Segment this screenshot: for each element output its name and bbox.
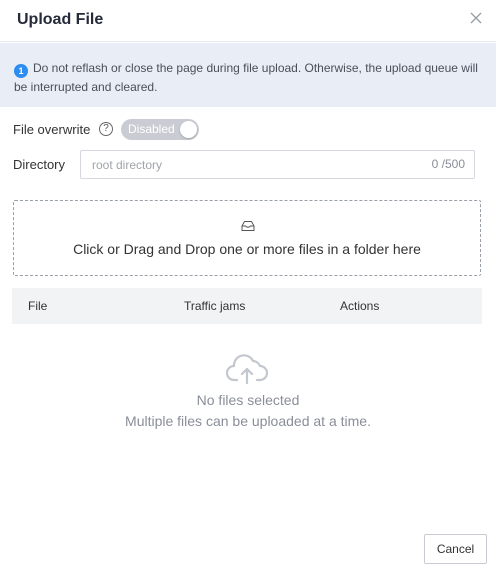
- column-header-actions: Actions: [340, 299, 380, 313]
- empty-state-title: No files selected: [196, 392, 300, 408]
- help-icon[interactable]: ?: [99, 122, 113, 136]
- upload-warning-notice: 1 Do not reflash or close the page during…: [0, 43, 496, 107]
- dropzone-text: Click or Drag and Drop one or more files…: [73, 241, 421, 257]
- upload-file-dialog: Upload File 1 Do not reflash or close the…: [0, 0, 496, 566]
- notice-text: Do not reflash or close the page during …: [14, 61, 478, 94]
- close-icon[interactable]: [468, 10, 484, 26]
- directory-label: Directory: [13, 157, 66, 172]
- file-dropzone[interactable]: Click or Drag and Drop one or more files…: [13, 200, 481, 276]
- column-header-traffic-jams: Traffic jams: [184, 299, 246, 313]
- cloud-upload-icon: [226, 354, 268, 385]
- toggle-knob: [180, 121, 197, 138]
- toggle-label: Disabled: [128, 122, 175, 136]
- column-header-file: File: [28, 299, 48, 313]
- directory-input[interactable]: [81, 151, 422, 178]
- file-table-header: File Traffic jams Actions: [12, 288, 482, 324]
- character-counter: 0 /500: [431, 157, 465, 171]
- cancel-button[interactable]: Cancel: [424, 534, 487, 564]
- file-overwrite-toggle[interactable]: Disabled: [121, 119, 199, 140]
- dialog-header: Upload File: [0, 0, 496, 42]
- empty-state-subtitle: Multiple files can be uploaded at a time…: [125, 413, 371, 429]
- info-icon: 1: [14, 64, 28, 78]
- inbox-icon: [241, 221, 255, 231]
- directory-field: 0 /500: [80, 150, 475, 179]
- dialog-title: Upload File: [17, 11, 104, 28]
- file-overwrite-label: File overwrite: [13, 122, 91, 137]
